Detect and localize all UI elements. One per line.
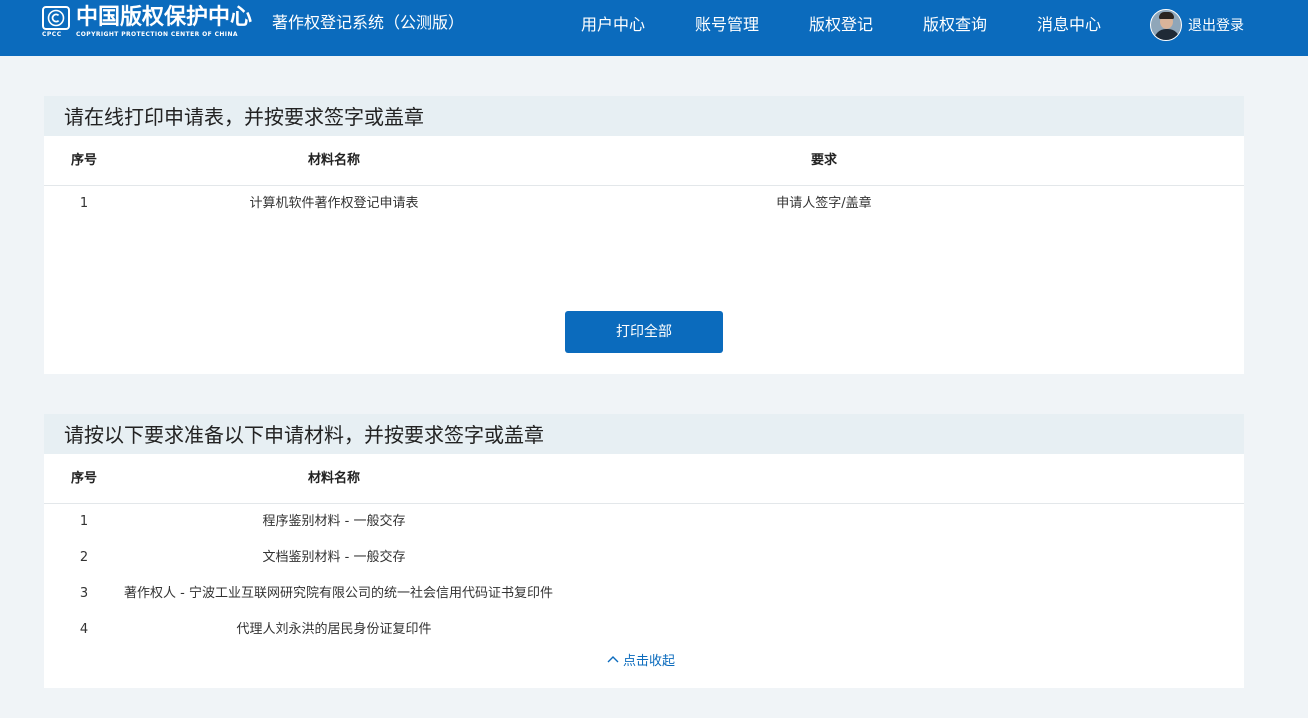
row-material-name: 文档鉴别材料 - 一般交存 [262,550,406,565]
row-no: 3 [79,586,89,601]
cpcc-logo[interactable]: CPCC 中国版权保护中心 COPYRIGHT PROTECTION CENTE… [42,5,256,38]
row-material-name: 计算机软件著作权登记申请表 [249,196,419,211]
table-row: 1 程序鉴别材料 - 一般交存 [44,504,1244,540]
column-header-no: 序号 [70,471,97,486]
materials-table-header: 序号 材料名称 [44,454,1244,504]
column-header-name: 材料名称 [307,153,360,168]
avatar[interactable] [1150,9,1182,41]
logout-link[interactable]: 退出登录 [1188,15,1244,35]
nav-account-management[interactable]: 账号管理 [670,0,784,50]
nav-copyright-query[interactable]: 版权查询 [898,0,1012,50]
row-requirement: 申请人签字/盖章 [776,196,872,211]
row-material-name: 著作权人 - 宁波工业互联网研究院有限公司的统一社会信用代码证书复印件 [124,586,553,601]
chevron-up-icon [607,656,619,663]
main-nav: 用户中心 账号管理 版权登记 版权查询 消息中心 [556,0,1126,50]
row-material-name: 程序鉴别材料 - 一般交存 [262,514,406,529]
row-no: 1 [79,196,89,211]
column-header-no: 序号 [70,153,97,168]
table-row: 3 著作权人 - 宁波工业互联网研究院有限公司的统一社会信用代码证书复印件 [44,576,1244,612]
print-application-panel: 请在线打印申请表，并按要求签字或盖章 序号 材料名称 要求 1 计算机软件著作权… [44,96,1244,374]
row-no: 4 [79,622,89,637]
materials-section-title: 请按以下要求准备以下申请材料，并按要求签字或盖章 [44,414,1244,454]
required-materials-panel: 请按以下要求准备以下申请材料，并按要求签字或盖章 序号 材料名称 1 程序鉴别材… [44,414,1244,688]
nav-user-center[interactable]: 用户中心 [556,0,670,50]
print-all-button[interactable]: 打印全部 [565,311,723,353]
top-header: CPCC 中国版权保护中心 COPYRIGHT PROTECTION CENTE… [0,0,1308,56]
logo-abbreviation: CPCC [42,31,62,38]
row-no: 1 [79,514,89,529]
table-row: 2 文档鉴别材料 - 一般交存 [44,540,1244,576]
collapse-toggle[interactable]: 点击收起 [607,650,676,669]
nav-copyright-registration[interactable]: 版权登记 [784,0,898,50]
print-section-title: 请在线打印申请表，并按要求签字或盖章 [44,96,1244,136]
user-area: 退出登录 [1150,8,1244,42]
column-header-requirement: 要求 [810,153,837,168]
copyright-logo-icon [42,6,70,30]
collapse-label: 点击收起 [623,653,676,669]
row-no: 2 [79,550,89,565]
logo-title: 中国版权保护中心 [76,5,253,30]
system-name: 著作权登记系统（公测版） [272,13,465,32]
table-row: 1 计算机软件著作权登记申请表 申请人签字/盖章 [44,186,1244,222]
logo-subtitle: COPYRIGHT PROTECTION CENTER OF CHINA [76,31,238,38]
print-table-header: 序号 材料名称 要求 [44,136,1244,186]
nav-message-center[interactable]: 消息中心 [1012,0,1126,50]
column-header-name: 材料名称 [307,471,360,486]
table-row: 4 代理人刘永洪的居民身份证复印件 [44,612,1244,648]
row-material-name: 代理人刘永洪的居民身份证复印件 [236,622,432,637]
